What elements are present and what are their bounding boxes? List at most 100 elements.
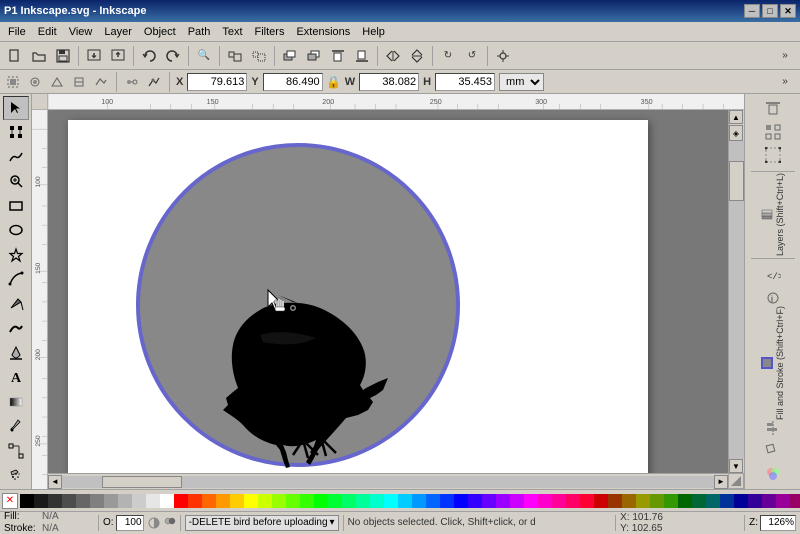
import-button[interactable] bbox=[83, 45, 105, 67]
color-swatch[interactable] bbox=[468, 494, 482, 508]
color-swatch[interactable] bbox=[258, 494, 272, 508]
pencil-tool[interactable] bbox=[3, 268, 29, 292]
color-swatch[interactable] bbox=[776, 494, 790, 508]
color-swatch[interactable] bbox=[706, 494, 720, 508]
snap-indicator6[interactable] bbox=[123, 73, 141, 91]
node-edit-tool[interactable] bbox=[3, 121, 29, 145]
rotate-cw-button[interactable]: ↻ bbox=[437, 45, 459, 67]
color-swatch[interactable] bbox=[272, 494, 286, 508]
menu-view[interactable]: View bbox=[63, 24, 99, 40]
v-scroll-track[interactable] bbox=[729, 141, 744, 459]
menu-edit[interactable]: Edit bbox=[32, 24, 63, 40]
color-swatch[interactable] bbox=[370, 494, 384, 508]
color-swatch[interactable] bbox=[636, 494, 650, 508]
menu-file[interactable]: File bbox=[2, 24, 32, 40]
color-swatch[interactable] bbox=[426, 494, 440, 508]
color-swatch[interactable] bbox=[510, 494, 524, 508]
fill-stroke-panel-button[interactable]: Fill and Stroke (Shift+Ctrl+F) bbox=[761, 312, 785, 414]
color-manage-button[interactable] bbox=[762, 463, 784, 485]
color-swatch[interactable] bbox=[552, 494, 566, 508]
paint-bucket-tool[interactable] bbox=[3, 341, 29, 365]
snap-bbox-button[interactable] bbox=[762, 144, 784, 166]
h-scroll-right[interactable]: ► bbox=[714, 475, 728, 489]
color-swatch[interactable] bbox=[174, 494, 188, 508]
x-input[interactable] bbox=[187, 73, 247, 91]
snap-indicator4[interactable] bbox=[70, 73, 88, 91]
color-swatch[interactable] bbox=[678, 494, 692, 508]
h-scroll-left[interactable]: ◄ bbox=[48, 475, 62, 489]
zoom-tool[interactable] bbox=[3, 170, 29, 194]
color-swatch[interactable] bbox=[300, 494, 314, 508]
color-swatch[interactable] bbox=[440, 494, 454, 508]
group-button[interactable] bbox=[224, 45, 246, 67]
color-swatch[interactable] bbox=[594, 494, 608, 508]
color-swatch[interactable] bbox=[790, 494, 800, 508]
snap-nodes-button[interactable] bbox=[762, 121, 784, 143]
color-swatch[interactable] bbox=[230, 494, 244, 508]
lock-icon[interactable]: 🔒 bbox=[327, 73, 341, 91]
raise-button[interactable] bbox=[279, 45, 301, 67]
color-swatch[interactable] bbox=[314, 494, 328, 508]
rotate-ccw-button[interactable]: ↺ bbox=[461, 45, 483, 67]
snap-indicator1[interactable] bbox=[4, 73, 22, 91]
circle-tool[interactable] bbox=[3, 219, 29, 243]
text-tool[interactable]: A bbox=[3, 366, 29, 390]
color-swatch[interactable] bbox=[48, 494, 62, 508]
connector-tool[interactable] bbox=[3, 439, 29, 463]
maximize-button[interactable]: □ bbox=[762, 4, 778, 18]
dropper-tool[interactable] bbox=[3, 415, 29, 439]
coord-more-button[interactable]: » bbox=[774, 71, 796, 93]
v-scroll-thumb[interactable] bbox=[729, 161, 744, 201]
snap-top-button[interactable] bbox=[762, 98, 784, 120]
snap-indicator2[interactable] bbox=[26, 73, 44, 91]
lower-button[interactable] bbox=[303, 45, 325, 67]
opacity-icon[interactable] bbox=[146, 515, 162, 531]
color-swatch[interactable] bbox=[62, 494, 76, 508]
color-swatch[interactable] bbox=[160, 494, 174, 508]
color-swatch[interactable] bbox=[76, 494, 90, 508]
horizontal-scrollbar[interactable]: ◄ ► bbox=[48, 473, 728, 489]
pen-tool[interactable] bbox=[3, 292, 29, 316]
master-opacity-button[interactable] bbox=[164, 515, 176, 530]
color-swatch[interactable] bbox=[720, 494, 734, 508]
color-swatch[interactable] bbox=[566, 494, 580, 508]
rect-tool[interactable] bbox=[3, 194, 29, 218]
color-swatch[interactable] bbox=[146, 494, 160, 508]
flip-h-button[interactable] bbox=[382, 45, 404, 67]
color-swatch[interactable] bbox=[538, 494, 552, 508]
color-swatch[interactable] bbox=[356, 494, 370, 508]
star-tool[interactable] bbox=[3, 243, 29, 267]
color-swatch[interactable] bbox=[188, 494, 202, 508]
y-input[interactable] bbox=[263, 73, 323, 91]
v-scroll-down[interactable]: ▼ bbox=[729, 459, 743, 473]
selector-tool[interactable] bbox=[3, 96, 29, 120]
menu-path[interactable]: Path bbox=[182, 24, 217, 40]
redo-button[interactable] bbox=[162, 45, 184, 67]
undo-button[interactable] bbox=[138, 45, 160, 67]
snap-button[interactable] bbox=[492, 45, 514, 67]
spray-tool[interactable] bbox=[3, 464, 29, 488]
color-swatch[interactable] bbox=[104, 494, 118, 508]
h-scroll-track[interactable] bbox=[62, 476, 714, 488]
v-scroll-expand[interactable]: ◈ bbox=[729, 125, 743, 141]
menu-filters[interactable]: Filters bbox=[249, 24, 291, 40]
canvas-area[interactable]: ▲ ◈ ▼ ◄ ► bbox=[48, 110, 744, 489]
color-swatch[interactable] bbox=[748, 494, 762, 508]
color-swatch[interactable] bbox=[580, 494, 594, 508]
color-swatch[interactable] bbox=[384, 494, 398, 508]
save-button[interactable] bbox=[52, 45, 74, 67]
opacity-input[interactable] bbox=[116, 515, 144, 531]
layer-dropdown[interactable]: -DELETE bird before uploading ▾ bbox=[185, 515, 339, 531]
color-swatch[interactable] bbox=[342, 494, 356, 508]
color-swatch[interactable] bbox=[286, 494, 300, 508]
color-swatch[interactable] bbox=[90, 494, 104, 508]
unit-select[interactable]: mm px pt in cm bbox=[499, 73, 544, 91]
color-swatch[interactable] bbox=[496, 494, 510, 508]
menu-object[interactable]: Object bbox=[138, 24, 182, 40]
color-swatch[interactable] bbox=[132, 494, 146, 508]
color-swatch[interactable] bbox=[412, 494, 426, 508]
flip-v-button[interactable] bbox=[406, 45, 428, 67]
export-button[interactable] bbox=[107, 45, 129, 67]
close-button[interactable]: ✕ bbox=[780, 4, 796, 18]
color-swatch[interactable] bbox=[608, 494, 622, 508]
